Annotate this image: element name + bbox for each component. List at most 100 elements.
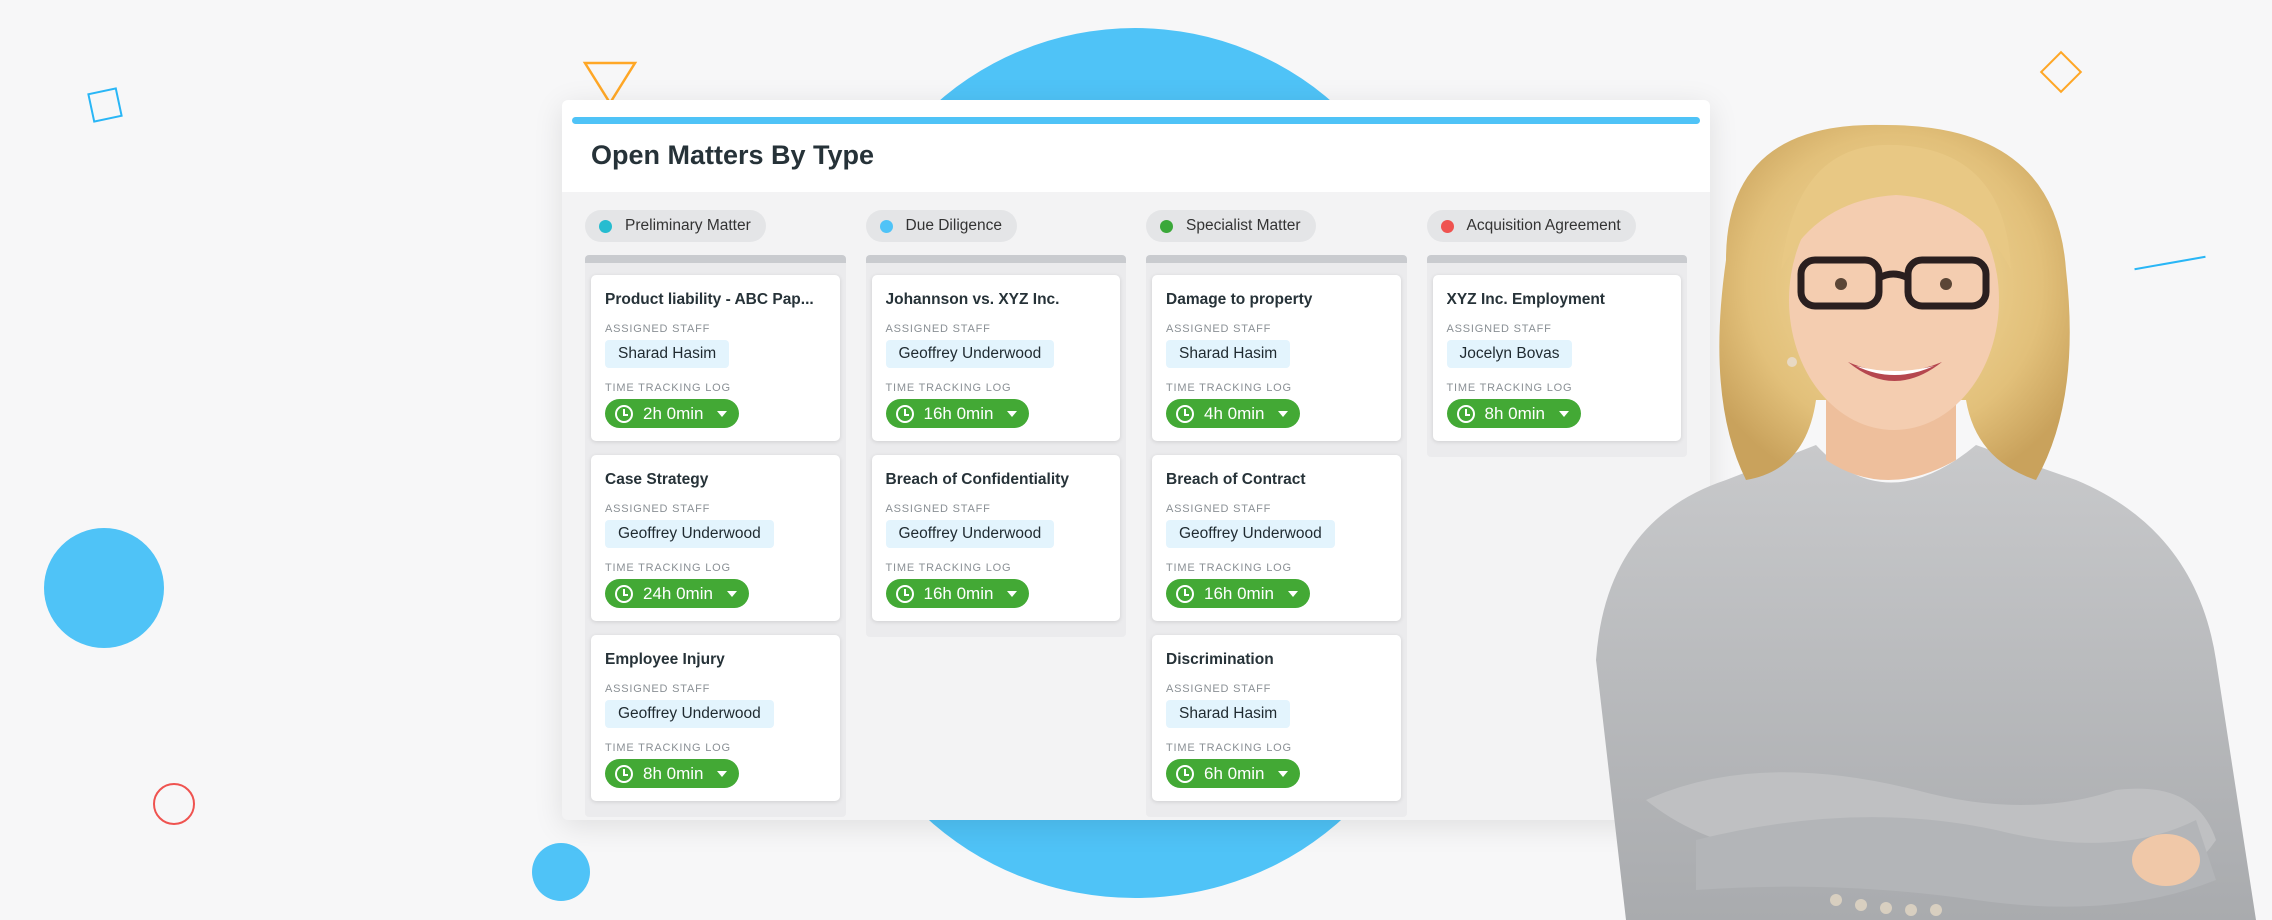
assigned-staff-chip[interactable]: Sharad Hasim: [1166, 700, 1291, 728]
caret-down-icon: [1287, 590, 1298, 597]
matter-title: Damage to property: [1166, 291, 1313, 308]
matters-board-panel: Open Matters By Type Preliminary Matter …: [562, 100, 1710, 820]
time-tracking-dropdown[interactable]: 24h 0min: [605, 579, 749, 608]
time-tracking-label: TIME TRACKING LOG: [1166, 382, 1292, 394]
time-tracking-dropdown[interactable]: 6h 0min: [1166, 759, 1301, 788]
clock-icon: [895, 404, 914, 423]
assigned-staff-chip[interactable]: Geoffrey Underwood: [885, 340, 1055, 368]
clock-icon: [615, 764, 633, 783]
decorative-circle-small: [532, 843, 590, 901]
caret-down-icon: [726, 590, 737, 597]
assigned-staff-chip[interactable]: Geoffrey Underwood: [1166, 520, 1335, 548]
time-tracking-dropdown[interactable]: 16h 0min: [885, 399, 1030, 428]
time-value: 16h 0min: [923, 403, 994, 423]
matter-card[interactable]: Breach of Contract ASSIGNED STAFF Geoffr…: [1152, 455, 1401, 621]
time-tracking-dropdown[interactable]: 8h 0min: [605, 759, 740, 788]
column-header-tag[interactable]: Due Diligence: [865, 210, 1017, 242]
matter-title: Employee Injury: [605, 651, 725, 668]
time-tracking-label: TIME TRACKING LOG: [1166, 562, 1292, 574]
decorative-ring-red: [153, 783, 195, 825]
column-card-list: Johannson vs. XYZ Inc. ASSIGNED STAFF Ge…: [865, 255, 1126, 637]
assigned-staff-chip[interactable]: Sharad Hasim: [1166, 340, 1291, 368]
status-dot: [1160, 219, 1173, 233]
matter-title: Product liability - ABC Pap...: [605, 291, 814, 308]
caret-down-icon: [1007, 590, 1018, 597]
assigned-staff-label: ASSIGNED STAFF: [1166, 683, 1272, 695]
column-card-list: Product liability - ABC Pap... ASSIGNED …: [585, 255, 846, 817]
time-tracking-dropdown[interactable]: 16h 0min: [1166, 579, 1310, 608]
status-dot: [599, 219, 612, 233]
assigned-staff-chip[interactable]: Geoffrey Underwood: [885, 520, 1055, 548]
time-value: 2h 0min: [643, 403, 704, 423]
clock-icon: [1176, 404, 1194, 423]
board-columns: Preliminary Matter Product liability - A…: [585, 210, 1687, 817]
matter-card[interactable]: Case Strategy ASSIGNED STAFF Geoffrey Un…: [591, 455, 840, 621]
column-header-tag[interactable]: Specialist Matter: [1146, 210, 1316, 242]
time-tracking-label: TIME TRACKING LOG: [885, 382, 1012, 394]
board-column: Due Diligence Johannson vs. XYZ Inc. ASS…: [865, 210, 1126, 817]
column-card-list: Damage to property ASSIGNED STAFF Sharad…: [1146, 255, 1407, 817]
matter-card[interactable]: Damage to property ASSIGNED STAFF Sharad…: [1152, 275, 1401, 441]
assigned-staff-label: ASSIGNED STAFF: [1166, 323, 1272, 335]
assigned-staff-chip[interactable]: Geoffrey Underwood: [605, 520, 774, 548]
column-title: Preliminary Matter: [625, 217, 751, 234]
time-tracking-dropdown[interactable]: 16h 0min: [885, 579, 1030, 608]
matter-card[interactable]: Product liability - ABC Pap... ASSIGNED …: [591, 275, 840, 441]
woman-portrait-image: [1596, 124, 2256, 920]
time-tracking-dropdown[interactable]: 4h 0min: [1166, 399, 1301, 428]
time-tracking-label: TIME TRACKING LOG: [885, 562, 1012, 574]
status-dot: [1440, 219, 1454, 233]
matter-card[interactable]: Discrimination ASSIGNED STAFF Sharad Has…: [1152, 635, 1401, 801]
column-title: Due Diligence: [905, 217, 1003, 234]
caret-down-icon: [1007, 410, 1018, 417]
time-tracking-label: TIME TRACKING LOG: [605, 382, 731, 394]
caret-down-icon: [717, 770, 728, 777]
panel-accent-bar: [572, 117, 1700, 124]
matter-title: Case Strategy: [605, 471, 709, 488]
page-title: Open Matters By Type: [591, 140, 875, 170]
time-tracking-label: TIME TRACKING LOG: [605, 742, 731, 754]
caret-down-icon: [1278, 410, 1289, 417]
assigned-staff-label: ASSIGNED STAFF: [885, 503, 991, 515]
clock-icon: [1456, 404, 1475, 423]
panel-header: Open Matters By Type: [562, 100, 1710, 192]
time-tracking-label: TIME TRACKING LOG: [1166, 742, 1292, 754]
time-value: 6h 0min: [1204, 763, 1265, 783]
matter-card[interactable]: Employee Injury ASSIGNED STAFF Geoffrey …: [591, 635, 840, 801]
time-tracking-label: TIME TRACKING LOG: [605, 562, 731, 574]
clock-icon: [615, 404, 633, 423]
matter-title: Discrimination: [1166, 651, 1274, 668]
time-value: 4h 0min: [1204, 403, 1265, 423]
clock-icon: [1176, 764, 1194, 783]
column-title: Specialist Matter: [1186, 217, 1301, 234]
status-dot: [879, 219, 893, 233]
decorative-diamond-outline: [2039, 50, 2083, 94]
decorative-circle-left: [44, 528, 164, 648]
assigned-staff-label: ASSIGNED STAFF: [605, 503, 711, 515]
caret-down-icon: [1278, 770, 1289, 777]
matter-title: Johannson vs. XYZ Inc.: [885, 291, 1060, 308]
assigned-staff-chip[interactable]: Geoffrey Underwood: [605, 700, 774, 728]
board-column: Preliminary Matter Product liability - A…: [585, 210, 846, 817]
assigned-staff-label: ASSIGNED STAFF: [1166, 503, 1272, 515]
assigned-staff-label: ASSIGNED STAFF: [605, 683, 711, 695]
time-value: 16h 0min: [1204, 583, 1274, 603]
caret-down-icon: [717, 410, 728, 417]
column-header-tag[interactable]: Preliminary Matter: [585, 210, 766, 242]
assigned-staff-chip[interactable]: Sharad Hasim: [605, 340, 730, 368]
time-tracking-dropdown[interactable]: 2h 0min: [605, 399, 740, 428]
time-value: 24h 0min: [643, 583, 713, 603]
clock-icon: [615, 584, 633, 603]
decorative-square-outline: [87, 87, 123, 123]
clock-icon: [1176, 584, 1194, 603]
time-value: 16h 0min: [923, 583, 994, 603]
assigned-staff-chip[interactable]: Jocelyn Bovas: [1446, 340, 1573, 368]
matter-card[interactable]: Breach of Confidentiality ASSIGNED STAFF…: [871, 455, 1120, 621]
assigned-staff-label: ASSIGNED STAFF: [885, 323, 991, 335]
matter-card[interactable]: Johannson vs. XYZ Inc. ASSIGNED STAFF Ge…: [871, 275, 1120, 441]
time-value: 8h 0min: [643, 763, 704, 783]
matter-title: Breach of Contract: [1166, 471, 1306, 488]
assigned-staff-label: ASSIGNED STAFF: [605, 323, 711, 335]
board-column: Specialist Matter Damage to property ASS…: [1146, 210, 1407, 817]
clock-icon: [895, 584, 914, 603]
